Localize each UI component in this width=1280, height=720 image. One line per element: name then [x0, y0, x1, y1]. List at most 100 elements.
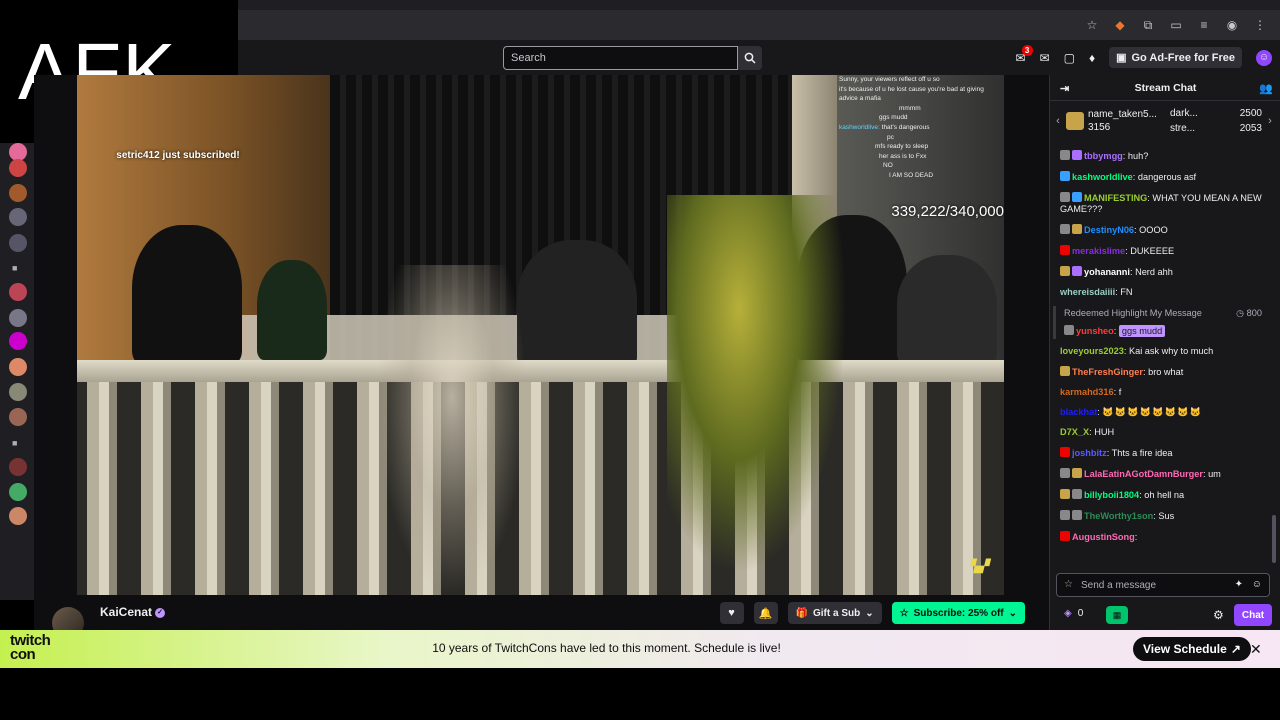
- chat-username[interactable]: joshbitz: [1072, 448, 1107, 458]
- extension-icon[interactable]: ◆: [1114, 18, 1126, 32]
- emote-picker-icon[interactable]: ☺: [1252, 579, 1262, 590]
- chat-badge-icon[interactable]: [1060, 191, 1070, 202]
- chat-header: ⇥ Stream Chat 👥: [1050, 75, 1280, 101]
- close-icon[interactable]: ✕: [1250, 641, 1262, 658]
- followed-channel-avatar[interactable]: [9, 184, 27, 202]
- chat-username[interactable]: MANIFESTING: [1084, 193, 1147, 203]
- followed-channel-avatar[interactable]: [9, 332, 27, 350]
- chat-badge-icon[interactable]: [1060, 446, 1070, 457]
- view-schedule-button[interactable]: View Schedule ↗: [1133, 637, 1251, 661]
- chat-username[interactable]: yohananni: [1084, 267, 1130, 277]
- chat-badge-icon[interactable]: [1060, 244, 1070, 255]
- chat-username[interactable]: tbbymgg: [1084, 151, 1123, 161]
- browser-toolbar: ☆ ◆ ⧉ ▭ ≡ ◉ ⋮: [238, 10, 1280, 40]
- chat-badge-icon[interactable]: [1060, 170, 1070, 181]
- followed-channel-avatar[interactable]: [9, 408, 27, 426]
- chat-message-list[interactable]: tbbymgg: huh? kashworldlive: dangerous as…: [1050, 145, 1272, 565]
- chat-badge-icon[interactable]: [1072, 488, 1082, 499]
- extensions-puzzle-icon[interactable]: ⧉: [1142, 18, 1154, 32]
- bookmark-star-icon[interactable]: ☆: [1086, 18, 1098, 32]
- media-control-icon[interactable]: ≡: [1198, 18, 1210, 32]
- video-scene-person: [132, 225, 242, 365]
- chat-settings-icon[interactable]: ⚙: [1213, 608, 1224, 622]
- scroll-thumb[interactable]: [1272, 515, 1276, 563]
- chat-username[interactable]: whereisdaiiii: [1060, 287, 1115, 297]
- chat-message: blackhat: 🐱🐱🐱🐱🐱🐱🐱🐱: [1060, 406, 1202, 417]
- chevron-down-icon: ⌄: [865, 607, 874, 619]
- chat-badge-icon[interactable]: [1060, 149, 1070, 160]
- channel-name-link[interactable]: KaiCenat ✓: [100, 605, 166, 619]
- chat-badge-icon[interactable]: [1060, 509, 1070, 520]
- chat-username[interactable]: loveyours2023: [1060, 346, 1124, 356]
- search-button[interactable]: [738, 46, 762, 70]
- followed-channel-avatar[interactable]: [9, 358, 27, 376]
- chat-badge-icon[interactable]: [1072, 191, 1082, 202]
- chat-badge-icon[interactable]: [1060, 365, 1070, 376]
- followed-channel-avatar[interactable]: [9, 507, 27, 525]
- followed-channel-avatar[interactable]: [9, 383, 27, 401]
- video-player[interactable]: setric412 just subscribed! Sunny, your v…: [77, 75, 1004, 595]
- gift-sub-button[interactable]: 🎁 Gift a Sub ⌄: [787, 602, 882, 624]
- chat-badge-icon[interactable]: [1072, 265, 1082, 276]
- profile-icon[interactable]: ◉: [1226, 18, 1238, 32]
- notifications-button[interactable]: ✉ 3: [1016, 44, 1033, 65]
- chat-username[interactable]: DestinyN06: [1084, 225, 1134, 235]
- chat-username[interactable]: kashworldlive: [1072, 172, 1133, 182]
- followed-channel-avatar[interactable]: [9, 208, 27, 226]
- followed-channel-avatar[interactable]: [9, 159, 27, 177]
- chevron-right-icon[interactable]: ›: [1262, 115, 1278, 127]
- chat-username[interactable]: LalaEatinAGotDamnBurger: [1084, 469, 1203, 479]
- channel-points[interactable]: ◈ 0: [1064, 608, 1083, 619]
- notifications-bell-button[interactable]: 🔔: [753, 602, 778, 624]
- chat-username[interactable]: karmahd316: [1060, 387, 1114, 397]
- followed-channel-avatar[interactable]: [9, 283, 27, 301]
- emote-tools-icon[interactable]: ✦: [1235, 579, 1243, 590]
- prime-button[interactable]: ♦: [1089, 51, 1095, 65]
- chat-send-button[interactable]: Chat: [1234, 604, 1272, 626]
- sidebar-toggle-icon[interactable]: ▭: [1170, 18, 1182, 32]
- search-input[interactable]: [504, 47, 737, 69]
- browser-menu-icon[interactable]: ⋮: [1254, 18, 1266, 32]
- chat-username[interactable]: billyboii1804: [1084, 490, 1139, 500]
- chat-badge-icon[interactable]: [1060, 530, 1070, 541]
- chat-badge-icon[interactable]: [1060, 488, 1070, 499]
- go-ad-free-button[interactable]: ▣ Go Ad-Free for Free: [1109, 47, 1242, 68]
- chat-username[interactable]: D7X_X: [1060, 427, 1089, 437]
- whispers-button[interactable]: ✉: [1040, 51, 1050, 65]
- activity-button[interactable]: ▢: [1064, 51, 1075, 65]
- chat-username[interactable]: AugustinSong: [1072, 532, 1135, 542]
- followed-channel-avatar[interactable]: [9, 458, 27, 476]
- followed-channel-avatar[interactable]: [9, 309, 27, 327]
- gift-leaderboard: ‹ name_taken5... 3156 dark... 2500 stre..…: [1050, 102, 1280, 140]
- video-scene-person: [257, 260, 327, 360]
- video-right-gutter: [1004, 75, 1049, 600]
- chat-badge-icon[interactable]: [1072, 509, 1082, 520]
- chat-username[interactable]: TheWorthy1son: [1084, 511, 1153, 521]
- chat-username[interactable]: merakislime: [1072, 246, 1125, 256]
- chat-badge-icon[interactable]: [1064, 325, 1074, 335]
- user-avatar[interactable]: ☺: [1256, 49, 1272, 66]
- chat-badge-icon[interactable]: [1060, 223, 1070, 234]
- claim-bonus-button[interactable]: ▦: [1106, 606, 1128, 624]
- chat-username[interactable]: blackhat: [1060, 407, 1097, 417]
- chevron-left-icon[interactable]: ‹: [1050, 115, 1066, 127]
- overlay-chat-line: her ass is to Fxx: [879, 152, 927, 160]
- chat-badge-icon[interactable]: [1072, 223, 1082, 234]
- overlay-chat-line: I AM SO DEAD: [889, 171, 934, 179]
- chat-badge-icon[interactable]: [1072, 467, 1082, 478]
- chat-scrollbar[interactable]: [1272, 145, 1276, 565]
- subscription-alert: setric412 just subscribed!: [113, 150, 243, 162]
- follow-button[interactable]: ♥: [719, 602, 744, 624]
- subscribe-button[interactable]: ☆ Subscribe: 25% off ⌄: [891, 602, 1025, 624]
- chat-message: LalaEatinAGotDamnBurger: um: [1050, 463, 1272, 484]
- chat-username[interactable]: yunsheo: [1076, 326, 1114, 336]
- collapse-chat-icon[interactable]: ⇥: [1060, 82, 1069, 95]
- community-icon[interactable]: 👥: [1259, 82, 1273, 95]
- followed-channel-avatar[interactable]: [9, 234, 27, 252]
- followed-channel-avatar[interactable]: [9, 483, 27, 501]
- chat-badge-icon[interactable]: ☆: [1064, 579, 1073, 590]
- chat-badge-icon[interactable]: [1060, 265, 1070, 276]
- chat-badge-icon[interactable]: [1060, 467, 1070, 478]
- chat-username[interactable]: TheFreshGinger: [1072, 367, 1143, 377]
- chat-badge-icon[interactable]: [1072, 149, 1082, 160]
